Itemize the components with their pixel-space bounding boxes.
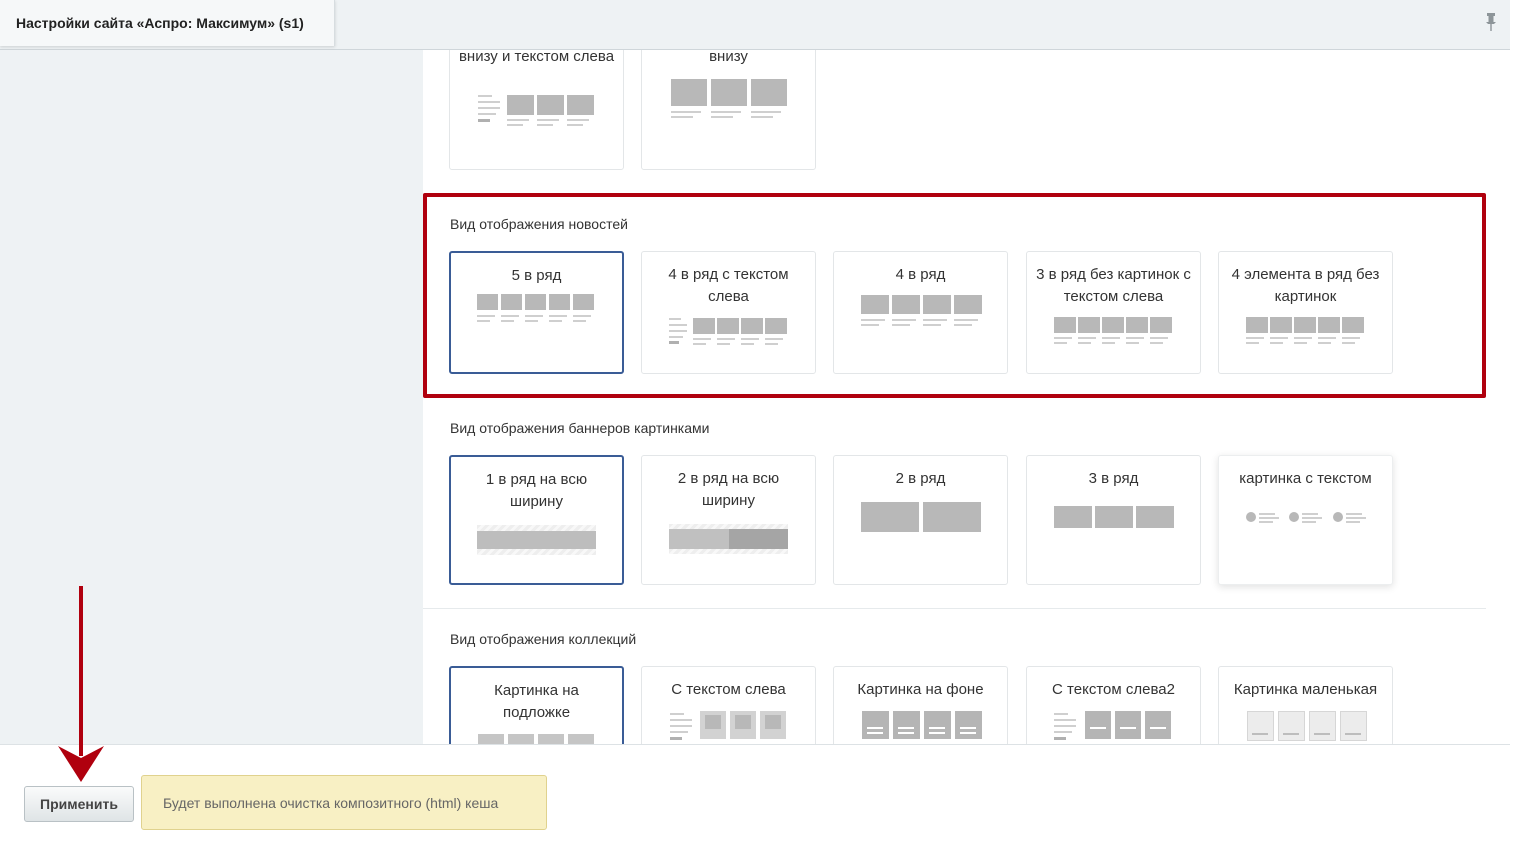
- collection-option-small-image[interactable]: Картинка маленькая: [1218, 666, 1393, 744]
- option-label: картинка с текстом: [1239, 470, 1372, 487]
- banner-option-3-in-row[interactable]: 3 в ряд: [1026, 455, 1201, 585]
- option-label: С текстом слева: [671, 681, 786, 698]
- option-label: внизу и текстом слева: [458, 50, 615, 65]
- collection-option-text-left2[interactable]: С текстом слева2: [1026, 666, 1201, 744]
- news-section-highlight: [423, 193, 1486, 398]
- settings-tab[interactable]: Настройки сайта «Аспро: Максимум» (s1): [0, 0, 335, 46]
- option-label: С текстом слева2: [1052, 681, 1175, 698]
- banner-option-2-full-width[interactable]: 2 в ряд на всю ширину: [641, 455, 816, 585]
- arrow-annotation: [58, 586, 104, 782]
- option-label: Картинка на фоне: [857, 681, 984, 698]
- banners-section-title: Вид отображения баннеров картинками: [450, 420, 710, 436]
- option-label: внизу: [709, 50, 748, 65]
- option-label: Картинка на подложке: [494, 682, 579, 721]
- cache-notice: Будет выполнена очистка композитного (ht…: [141, 775, 547, 830]
- settings-header: Настройки сайта «Аспро: Максимум» (s1): [0, 0, 1510, 50]
- cache-notice-text: Будет выполнена очистка композитного (ht…: [163, 794, 499, 811]
- pin-icon[interactable]: [1484, 12, 1498, 32]
- apply-button[interactable]: Применить: [24, 786, 134, 822]
- page-title: Настройки сайта «Аспро: Максимум» (s1): [16, 15, 304, 31]
- option-label: 2 в ряд: [895, 470, 946, 487]
- scrollbar[interactable]: [1510, 0, 1530, 864]
- option-label: 2 в ряд на всю ширину: [677, 470, 780, 509]
- collections-section-title: Вид отображения коллекций: [450, 631, 637, 647]
- collection-option-image-on-background[interactable]: Картинка на фоне: [833, 666, 1008, 744]
- option-label: 1 в ряд на всю ширину: [485, 471, 588, 510]
- section-divider: [423, 608, 1486, 609]
- banner-option-1-full-width[interactable]: 1 в ряд на всю ширину: [449, 455, 624, 585]
- option-label: Картинка маленькая: [1233, 681, 1378, 698]
- option-card-top-2[interactable]: внизу: [641, 50, 816, 170]
- option-card-top-1[interactable]: внизу и текстом слева: [449, 50, 624, 170]
- option-label: 3 в ряд: [1088, 470, 1139, 487]
- collection-option-text-left[interactable]: С текстом слева: [641, 666, 816, 744]
- collection-option-image-on-backing[interactable]: Картинка на подложке: [449, 666, 624, 744]
- banner-option-image-with-text[interactable]: картинка с текстом: [1218, 455, 1393, 585]
- banner-option-2-in-row[interactable]: 2 в ряд: [833, 455, 1008, 585]
